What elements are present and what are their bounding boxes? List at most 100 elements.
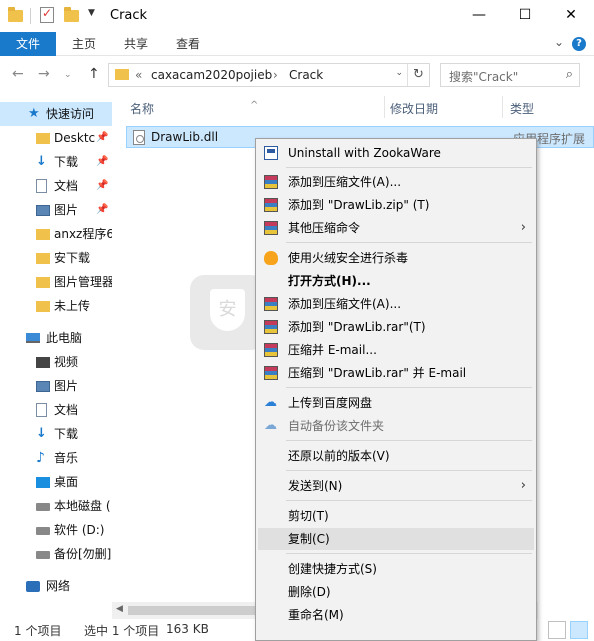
sidebar-item-desktop[interactable]: Desktc 📌	[0, 126, 112, 150]
menu-item-label: 添加到 "DrawLib.rar"(T)	[288, 320, 426, 334]
tab-home[interactable]: 主页	[72, 32, 96, 56]
sidebar-item-backup[interactable]: 备份[勿删]	[0, 542, 112, 566]
title-bar: ▼ Crack — ☐ ✕	[0, 0, 594, 32]
address-dropdown-icon[interactable]: ⌄	[395, 68, 403, 78]
sidebar-item-label: 图片	[54, 379, 79, 393]
sidebar-item-local-disk[interactable]: 本地磁盘 (	[0, 494, 112, 518]
menu-item-cut[interactable]: 剪切(T)	[258, 505, 534, 527]
sidebar-item-videos[interactable]: 视频	[0, 350, 112, 374]
sidebar-item-quick-access[interactable]: ★ 快速访问	[0, 102, 112, 126]
recent-locations-icon[interactable]: ⌄	[64, 70, 72, 80]
menu-item-label: 创建快捷方式(S)	[288, 562, 377, 576]
download-icon: ↓	[36, 154, 47, 169]
menu-item-add-archive[interactable]: 添加到压缩文件(A)...	[258, 171, 534, 193]
menu-item-copy[interactable]: 复制(C)	[258, 528, 534, 550]
menu-item-create-shortcut[interactable]: 创建快捷方式(S)	[258, 558, 534, 580]
picture-icon	[36, 381, 50, 392]
close-button[interactable]: ✕	[548, 0, 594, 32]
music-icon: ♪	[36, 450, 45, 466]
sidebar-item-software-d[interactable]: 软件 (D:)	[0, 518, 112, 542]
menu-separator	[286, 553, 532, 554]
properties-icon[interactable]	[40, 6, 54, 23]
tab-view[interactable]: 查看	[176, 32, 200, 56]
column-divider[interactable]	[384, 96, 385, 118]
submenu-arrow-icon: ›	[520, 220, 526, 235]
column-type[interactable]: 类型	[510, 100, 534, 117]
menu-item-upload-baidu[interactable]: ☁ 上传到百度网盘	[258, 392, 534, 414]
file-name: DrawLib.dll	[151, 130, 219, 144]
picture-icon	[36, 205, 50, 216]
quick-access-dropdown-icon[interactable]: ▼	[88, 8, 95, 18]
menu-item-auto-backup[interactable]: ☁ 自动备份该文件夹	[258, 415, 534, 437]
sidebar-item-label: 图片	[54, 203, 79, 217]
sidebar-item-label: 文档	[54, 403, 79, 417]
breadcrumb-overflow[interactable]: «	[135, 68, 142, 82]
sidebar-item-network[interactable]: 网络	[0, 574, 112, 598]
video-icon	[36, 357, 50, 368]
sidebar-item-pc-downloads[interactable]: ↓ 下载	[0, 422, 112, 446]
breadcrumb-current[interactable]: Crack	[289, 68, 323, 82]
menu-item-huorong-scan[interactable]: 使用火绒安全进行杀毒	[258, 247, 534, 269]
menu-item-label: Uninstall with ZookaWare	[288, 146, 441, 160]
minimize-button[interactable]: —	[456, 0, 502, 32]
sidebar-item-this-pc[interactable]: 此电脑	[0, 326, 112, 350]
sidebar-item-desktop-pc[interactable]: 桌面	[0, 470, 112, 494]
expand-ribbon-icon[interactable]: ⌄	[554, 35, 564, 49]
scroll-left-icon[interactable]: ◀	[116, 604, 123, 614]
refresh-icon[interactable]: ↻	[407, 64, 429, 86]
up-arrow-icon[interactable]: ↑	[88, 66, 100, 82]
menu-item-send-to[interactable]: 发送到(N) ›	[258, 475, 534, 497]
new-folder-icon[interactable]	[64, 7, 80, 23]
menu-item-add-archive-rar[interactable]: 添加到压缩文件(A)...	[258, 293, 534, 315]
sidebar-item-not-uploaded[interactable]: 未上传	[0, 294, 112, 318]
column-divider[interactable]	[502, 96, 503, 118]
menu-item-add-rar[interactable]: 添加到 "DrawLib.rar"(T)	[258, 316, 534, 338]
menu-item-other-compress[interactable]: 其他压缩命令 ›	[258, 217, 534, 239]
sidebar-item-music[interactable]: ♪ 音乐	[0, 446, 112, 470]
menu-item-label: 添加到压缩文件(A)...	[288, 175, 402, 189]
breadcrumb-separator[interactable]: ›	[273, 68, 278, 82]
maximize-button[interactable]: ☐	[502, 0, 548, 32]
window-title: Crack	[110, 8, 148, 23]
sidebar-item-label: 安下载	[54, 251, 91, 265]
details-view-icon[interactable]	[548, 621, 566, 639]
sidebar-item-label: 软件 (D:)	[54, 523, 105, 537]
column-modified[interactable]: 修改日期	[390, 100, 438, 117]
menu-item-compress-rar-email[interactable]: 压缩到 "DrawLib.rar" 并 E-mail	[258, 362, 534, 384]
sidebar-item-pc-pictures[interactable]: 图片	[0, 374, 112, 398]
menu-item-restore-versions[interactable]: 还原以前的版本(V)	[258, 445, 534, 467]
menu-item-open-with[interactable]: 打开方式(H)...	[258, 270, 534, 292]
address-bar[interactable]: « caxacam2020pojieb › Crack ⌄ ↻	[108, 63, 430, 87]
menu-item-uninstall-zookaware[interactable]: Uninstall with ZookaWare	[258, 142, 534, 164]
menu-item-add-zip[interactable]: 添加到 "DrawLib.zip" (T)	[258, 194, 534, 216]
sidebar-item-documents[interactable]: 文档 📌	[0, 174, 112, 198]
menu-item-delete[interactable]: 删除(D)	[258, 581, 534, 603]
sidebar-item-pc-documents[interactable]: 文档	[0, 398, 112, 422]
sidebar-item-image-manager[interactable]: 图片管理器	[0, 270, 112, 294]
tab-file[interactable]: 文件	[0, 32, 56, 56]
search-placeholder: 搜索"Crack"	[449, 70, 519, 84]
column-name[interactable]: 名称	[130, 100, 154, 117]
tab-share[interactable]: 共享	[124, 32, 148, 56]
menu-item-compress-email[interactable]: 压缩并 E-mail...	[258, 339, 534, 361]
sidebar-item-downloads[interactable]: ↓ 下载 📌	[0, 150, 112, 174]
folder-icon	[36, 301, 50, 312]
search-box[interactable]: 搜索"Crack" ⌕	[440, 63, 580, 87]
sidebar-item-pictures[interactable]: 图片 📌	[0, 198, 112, 222]
sidebar-item-anxz[interactable]: anxz程序6	[0, 222, 112, 246]
large-icons-view-icon[interactable]	[570, 621, 588, 639]
menu-separator	[286, 440, 532, 441]
folder-icon	[36, 133, 50, 144]
menu-item-rename[interactable]: 重命名(M)	[258, 604, 534, 626]
sidebar-item-anxiazai[interactable]: 安下载	[0, 246, 112, 270]
submenu-arrow-icon: ›	[520, 478, 526, 493]
back-arrow-icon[interactable]: ←	[12, 66, 24, 82]
forward-arrow-icon[interactable]: →	[38, 66, 50, 82]
sidebar-item-label: 图片管理器	[54, 275, 112, 289]
help-icon[interactable]: ?	[572, 37, 586, 51]
menu-item-label: 使用火绒安全进行杀毒	[288, 251, 409, 265]
breadcrumb-parent[interactable]: caxacam2020pojieb	[151, 68, 272, 82]
menu-item-label: 重命名(M)	[288, 608, 344, 622]
winrar-icon	[264, 297, 278, 311]
sidebar-item-label: 此电脑	[46, 331, 83, 345]
